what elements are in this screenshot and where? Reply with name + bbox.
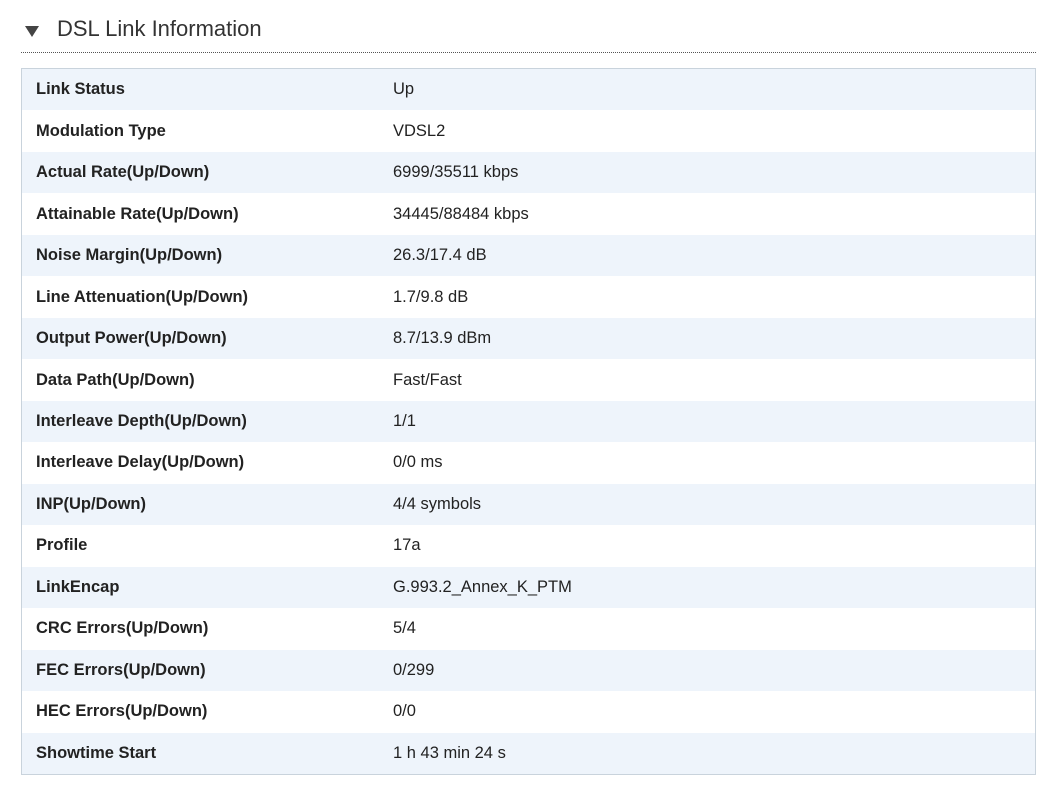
row-label: Line Attenuation(Up/Down) <box>36 287 249 306</box>
triangle-down-icon[interactable] <box>25 26 39 37</box>
row-value: Up <box>393 80 415 99</box>
row-label: Profile <box>36 536 88 555</box>
table-row: HEC Errors(Up/Down) 0/0 <box>22 691 1035 733</box>
row-label: Output Power(Up/Down) <box>36 329 227 348</box>
table-row: Noise Margin(Up/Down) 26.3/17.4 dB <box>22 234 1035 277</box>
row-label: Interleave Depth(Up/Down) <box>36 411 247 430</box>
row-value: 8.7/13.9 dBm <box>393 329 492 348</box>
row-label: INP(Up/Down) <box>36 494 146 513</box>
dsl-info-table: Link Status Up Modulation Type VDSL2 Act… <box>21 68 1036 775</box>
table-row: FEC Errors(Up/Down) 0/299 <box>22 649 1035 692</box>
row-value: VDSL2 <box>393 121 446 140</box>
table-row: Showtime Start 1 h 43 min 24 s <box>22 732 1035 774</box>
row-label: Noise Margin(Up/Down) <box>36 246 223 265</box>
row-value: 0/0 ms <box>393 453 443 472</box>
table-row: Interleave Delay(Up/Down) 0/0 ms <box>22 442 1035 484</box>
row-value: 1.7/9.8 dB <box>393 287 469 306</box>
table-row: Actual Rate(Up/Down) 6999/35511 kbps <box>22 151 1035 194</box>
table-row: Profile 17a <box>22 525 1035 567</box>
row-value: 0/0 <box>393 702 416 721</box>
row-label: Data Path(Up/Down) <box>36 370 195 389</box>
row-label: Showtime Start <box>36 743 157 762</box>
table-row: CRC Errors(Up/Down) 5/4 <box>22 608 1035 650</box>
row-value: 0/299 <box>393 660 435 679</box>
row-label: CRC Errors(Up/Down) <box>36 619 209 638</box>
table-row: Interleave Depth(Up/Down) 1/1 <box>22 400 1035 443</box>
section-title: DSL Link Information <box>57 16 262 41</box>
table-row: Link Status Up <box>22 69 1035 111</box>
row-value: 1 h 43 min 24 s <box>393 743 506 762</box>
row-value: 17a <box>393 536 421 555</box>
row-value: Fast/Fast <box>393 370 462 389</box>
table-row: LinkEncap G.993.2_Annex_K_PTM <box>22 566 1035 609</box>
table-row: Output Power(Up/Down) 8.7/13.9 dBm <box>22 317 1035 360</box>
row-label: Modulation Type <box>36 121 166 140</box>
row-label: FEC Errors(Up/Down) <box>36 660 206 679</box>
row-value: 6999/35511 kbps <box>393 163 519 182</box>
row-label: Interleave Delay(Up/Down) <box>36 453 245 472</box>
row-label: Link Status <box>36 80 125 99</box>
row-label: HEC Errors(Up/Down) <box>36 702 208 721</box>
table-row: Attainable Rate(Up/Down) 34445/88484 kbp… <box>22 193 1035 235</box>
table-row: Line Attenuation(Up/Down) 1.7/9.8 dB <box>22 276 1035 318</box>
row-value: 4/4 symbols <box>393 494 482 513</box>
table-row: INP(Up/Down) 4/4 symbols <box>22 483 1035 526</box>
section-header-dsl-link-information[interactable]: DSL Link Information <box>21 10 1036 53</box>
row-value: 1/1 <box>393 411 416 430</box>
row-value: G.993.2_Annex_K_PTM <box>393 577 572 596</box>
row-value: 26.3/17.4 dB <box>393 246 487 265</box>
row-label: Actual Rate(Up/Down) <box>36 163 210 182</box>
table-row: Data Path(Up/Down) Fast/Fast <box>22 359 1035 401</box>
row-value: 34445/88484 kbps <box>393 204 529 223</box>
table-row: Modulation Type VDSL2 <box>22 110 1035 152</box>
row-label: LinkEncap <box>36 577 120 596</box>
row-label: Attainable Rate(Up/Down) <box>36 204 239 223</box>
row-value: 5/4 <box>393 619 416 638</box>
